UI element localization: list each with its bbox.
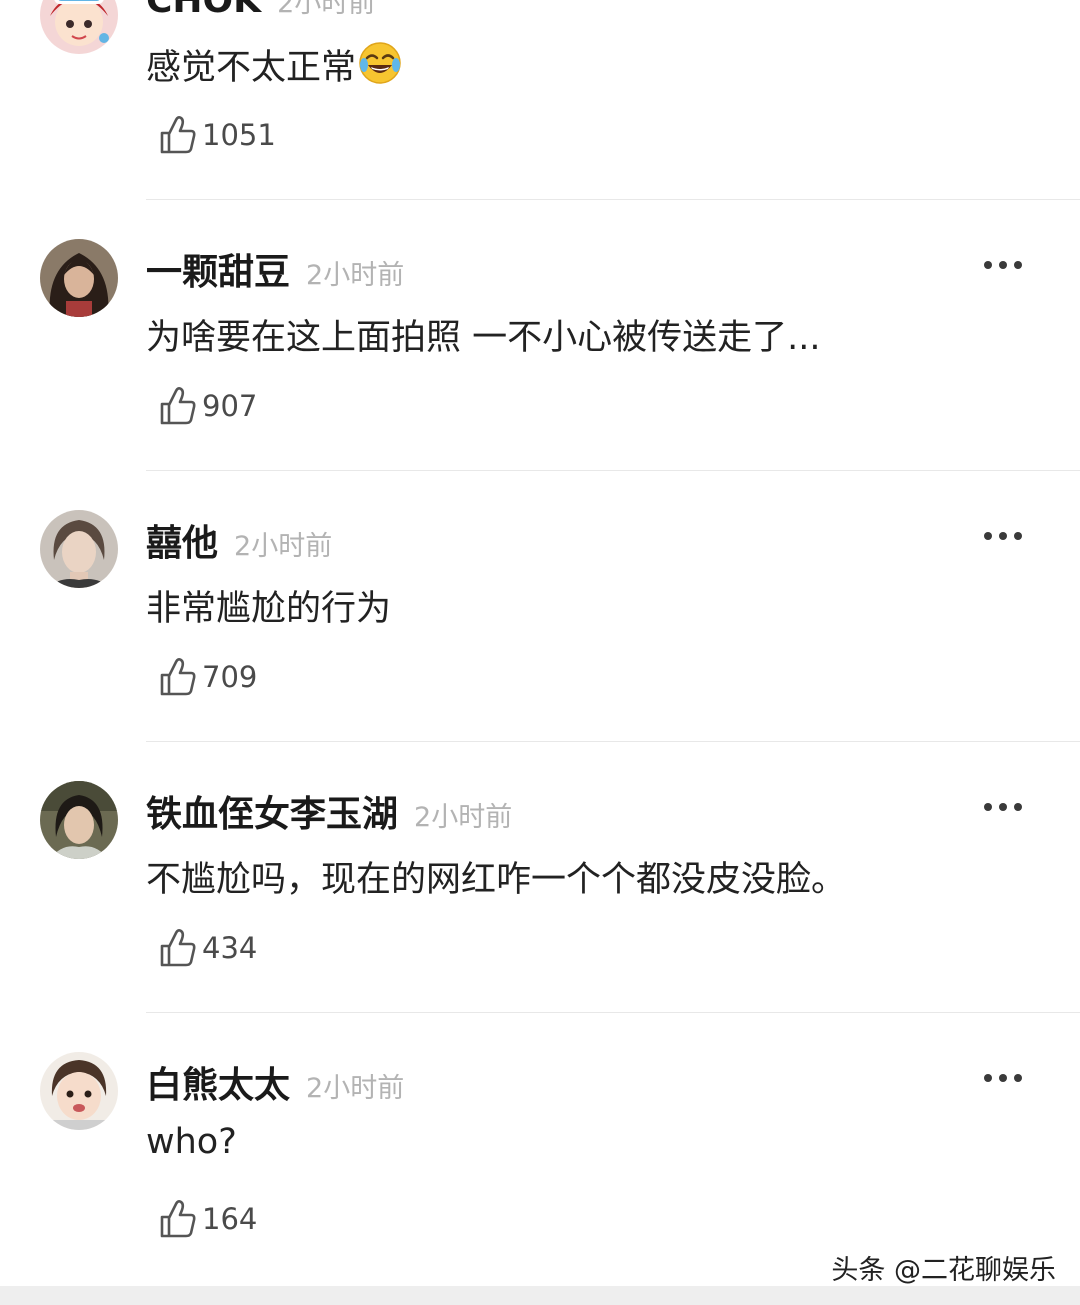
more-dots-icon[interactable] — [982, 1072, 1024, 1084]
avatar[interactable] — [40, 239, 118, 317]
comment-text: 非常尴尬的行为 — [146, 589, 392, 629]
avatar[interactable] — [40, 510, 118, 588]
more-dots-icon[interactable] — [982, 259, 1024, 271]
like-button[interactable]: 709 — [158, 656, 257, 698]
avatar[interactable] — [40, 0, 118, 54]
comment-time: 2小时前 — [234, 531, 333, 562]
like-count: 434 — [202, 931, 258, 965]
username[interactable]: 铁血侄女李玉湖 2小时前 — [146, 785, 512, 837]
comment-time: 2小时前 — [306, 1073, 405, 1104]
more-dots-icon[interactable] — [982, 0, 1024, 2]
comment-text: who? — [146, 1122, 237, 1162]
like-count: 1051 — [202, 118, 276, 152]
watermark: 头条 @二花聊娱乐 — [831, 1255, 1056, 1286]
like-button[interactable]: 434 — [158, 927, 257, 969]
like-button[interactable]: 907 — [158, 385, 257, 427]
laughing-tears-emoji — [359, 42, 401, 84]
more-dots-icon[interactable] — [982, 530, 1024, 542]
thumbs-up-icon — [160, 929, 196, 967]
like-count: 709 — [202, 660, 258, 694]
comment-text: 为啥要在这上面拍照 一不小心被传送走了... — [146, 318, 821, 358]
avatar[interactable] — [40, 1052, 118, 1130]
username[interactable]: CHOK 2小时前 — [146, 0, 375, 21]
comment-text: 感觉不太正常 — [146, 39, 402, 90]
bottom-bar — [0, 1286, 1080, 1305]
comment-time: 2小时前 — [306, 260, 405, 291]
comment-item: 囍他 2小时前 非常尴尬的行为 709 — [0, 470, 1080, 742]
comment-text: 不尴尬吗，现在的网红咋一个个都没皮没脸。 — [146, 860, 847, 900]
avatar[interactable] — [40, 781, 118, 859]
comment-item: CHOK 2小时前 感觉不太正常 1051 — [0, 0, 1080, 200]
username[interactable]: 囍他 2小时前 — [146, 514, 332, 566]
like-button[interactable]: 164 — [158, 1198, 257, 1240]
like-button[interactable]: 1051 — [158, 114, 276, 156]
username[interactable]: 白熊太太 2小时前 — [146, 1056, 404, 1108]
comment-item: 铁血侄女李玉湖 2小时前 不尴尬吗，现在的网红咋一个个都没皮没脸。 434 — [0, 741, 1080, 1013]
comment-item: 白熊太太 2小时前 who? 164 — [0, 1012, 1080, 1283]
thumbs-up-icon — [160, 658, 196, 696]
like-count: 907 — [202, 389, 258, 423]
thumbs-up-icon — [160, 387, 196, 425]
comment-item: 一颗甜豆 2小时前 为啥要在这上面拍照 一不小心被传送走了... 907 — [0, 199, 1080, 471]
more-dots-icon[interactable] — [982, 801, 1024, 813]
comment-time: 2小时前 — [277, 0, 376, 19]
thumbs-up-icon — [160, 116, 196, 154]
username[interactable]: 一颗甜豆 2小时前 — [146, 243, 404, 295]
thumbs-up-icon — [160, 1200, 196, 1238]
like-count: 164 — [202, 1202, 258, 1236]
comment-time: 2小时前 — [414, 802, 513, 833]
